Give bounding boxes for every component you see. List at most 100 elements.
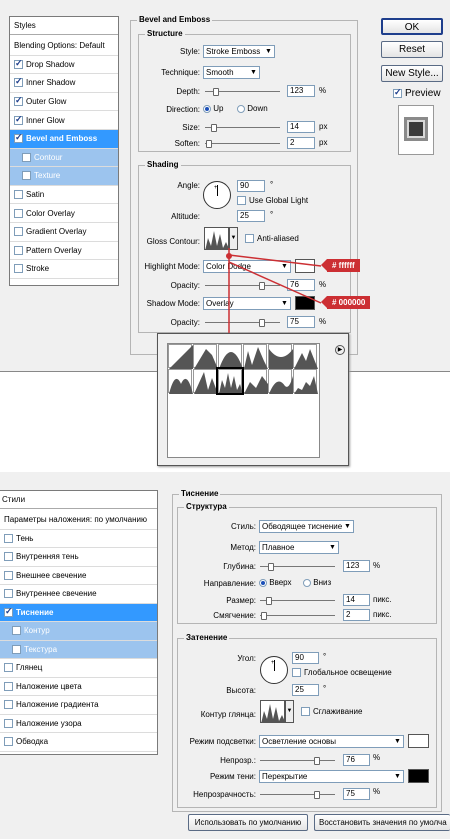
ru-style-select[interactable]: Обводящее тиснение ▼ — [259, 520, 354, 533]
ru-style-item-label: Параметры наложения: по умолчанию — [4, 515, 147, 525]
ru-dir-down-label: Вниз — [313, 578, 332, 587]
chevron-down-icon: ▼ — [394, 738, 401, 745]
ru-depth-label: Глубина: — [223, 562, 256, 571]
contour-shape-icon — [219, 352, 243, 369]
ru-gloss-contour[interactable] — [260, 700, 285, 723]
checkbox-icon[interactable] — [4, 700, 13, 710]
ru-opacity2-slider[interactable] — [260, 791, 335, 799]
ru-size-label: Размер: — [226, 596, 256, 605]
checkbox-icon[interactable] — [4, 718, 13, 728]
ru-direction-up[interactable]: Вверх — [259, 578, 292, 587]
contour-preset-thumb[interactable] — [268, 344, 293, 369]
ru-soften-knob[interactable] — [261, 612, 267, 620]
radio-off-icon — [303, 578, 311, 587]
contour-shape-icon — [169, 378, 193, 394]
ru-soften-unit: пикс. — [373, 610, 392, 619]
radio-on-icon — [259, 578, 267, 587]
contour-preset-thumb[interactable] — [216, 367, 244, 395]
ru-style-item[interactable]: Внутренняя тень — [0, 548, 157, 567]
contour-preset-thumb[interactable] — [193, 369, 218, 394]
ru-technique-select[interactable]: Плавное ▼ — [259, 541, 339, 554]
contour-preset-thumb[interactable] — [193, 344, 218, 369]
checkbox-icon[interactable] — [4, 533, 13, 543]
contour-preset-thumb[interactable] — [243, 344, 268, 369]
checkbox-icon[interactable] — [4, 570, 13, 580]
ru-style-item[interactable]: Тень — [0, 530, 157, 548]
ru-opacity2-label: Непрозрачность: — [193, 790, 256, 799]
ru-soften-input[interactable]: 2 — [343, 609, 370, 621]
ru-style-item[interactable]: Внутреннее свечение — [0, 585, 157, 604]
checkbox-icon[interactable] — [4, 681, 13, 691]
ru-style-item[interactable]: Наложение цвета — [0, 678, 157, 696]
ru-style-item[interactable]: Наложение узора — [0, 715, 157, 733]
ru-style-item-label: Текстура — [24, 644, 58, 654]
ru-style-item[interactable]: Тиснение — [0, 603, 157, 622]
checkbox-icon[interactable] — [4, 589, 13, 599]
checkbox-checked-icon[interactable] — [4, 606, 13, 617]
contour-shape-icon — [194, 349, 218, 369]
ru-opacity1-knob[interactable] — [314, 757, 320, 765]
menu-arrow-icon[interactable]: ▶ — [335, 345, 345, 355]
ru-highlight-color[interactable] — [408, 734, 429, 748]
ru-global-light[interactable]: Глобальное освещение — [292, 668, 392, 677]
ru-shadow-label: Режим тени: — [209, 772, 256, 781]
checkbox-icon[interactable] — [4, 552, 13, 562]
checkbox-icon[interactable] — [12, 644, 21, 654]
contour-preset-thumb[interactable] — [268, 369, 293, 394]
ru-anti-aliased[interactable]: Сглаживание — [301, 707, 362, 716]
ru-style-item[interactable]: Текстура — [0, 640, 157, 659]
ru-size-input[interactable]: 14 — [343, 594, 370, 606]
ru-direction-down[interactable]: Вниз — [303, 578, 331, 587]
contour-preset-thumb[interactable] — [218, 344, 243, 369]
contour-preset-thumb[interactable] — [243, 369, 268, 394]
ru-opacity1-input[interactable]: 76 — [343, 754, 370, 766]
ru-opacity2-knob[interactable] — [314, 791, 320, 799]
contour-shape-icon — [269, 376, 293, 394]
ru-style-item-label: Наложение узора — [16, 718, 82, 728]
ru-gloss-dropdown[interactable]: ▼ — [285, 700, 294, 723]
ru-style-item[interactable]: Внешнее свечение — [0, 567, 157, 585]
ru-soften-label: Смягчение: — [213, 611, 256, 620]
ru-styles-title: Стили — [0, 491, 157, 509]
ru-style-item-label: Внутреннее свечение — [16, 589, 97, 599]
ru-depth-slider[interactable] — [260, 563, 335, 571]
contour-shape-icon — [244, 347, 268, 369]
ru-angle-unit: ° — [323, 652, 327, 661]
contour-preset-thumb[interactable] — [168, 344, 193, 369]
ru-depth-knob[interactable] — [268, 563, 274, 571]
ru-styles-list: Стили Параметры наложения: по умолчанию Т… — [0, 490, 158, 755]
ru-depth-unit: % — [373, 561, 381, 570]
ru-style-item-label: Внешнее свечение — [16, 570, 87, 580]
ru-altitude-input[interactable]: 25 — [292, 684, 319, 696]
ru-soften-slider[interactable] — [260, 612, 335, 620]
contour-shape-icon — [294, 349, 318, 369]
contour-shape-icon — [169, 345, 193, 369]
ru-shadow-color[interactable] — [408, 769, 429, 783]
checkbox-icon[interactable] — [4, 737, 13, 747]
ru-angle-input[interactable]: 90 — [292, 652, 319, 664]
ru-direction-label: Направление: — [203, 579, 256, 588]
ru-altitude-unit: ° — [323, 684, 327, 693]
ru-restore-button[interactable]: Восстановить значения по умолча — [314, 814, 450, 831]
ru-size-slider[interactable] — [260, 597, 335, 605]
ru-style-item[interactable]: Параметры наложения: по умолчанию — [0, 511, 157, 530]
ru-opacity1-label: Непрозр.: — [220, 756, 256, 765]
ru-highlight-value: Осветление основы — [262, 737, 337, 746]
ru-opacity1-slider[interactable] — [260, 757, 335, 765]
ru-shadow-select[interactable]: Перекрытие ▼ — [259, 770, 404, 783]
ru-size-knob[interactable] — [266, 597, 272, 605]
contour-preset-thumb[interactable] — [293, 369, 318, 394]
ru-highlight-select[interactable]: Осветление основы ▼ — [259, 735, 404, 748]
contour-preset-thumb[interactable] — [293, 344, 318, 369]
checkbox-icon[interactable] — [12, 626, 21, 636]
ru-style-item[interactable]: Наложение градиента — [0, 696, 157, 715]
contour-preset-thumb[interactable] — [168, 369, 193, 394]
ru-angle-dial[interactable]: + — [260, 656, 288, 684]
checkbox-icon[interactable] — [4, 663, 13, 673]
ru-style-item[interactable]: Обводка — [0, 733, 157, 752]
ru-style-item[interactable]: Глянец — [0, 659, 157, 678]
ru-depth-input[interactable]: 123 — [343, 560, 370, 572]
ru-style-item[interactable]: Контур — [0, 622, 157, 641]
ru-opacity2-input[interactable]: 75 — [343, 788, 370, 800]
ru-default-button[interactable]: Использовать по умолчанию — [188, 814, 308, 831]
